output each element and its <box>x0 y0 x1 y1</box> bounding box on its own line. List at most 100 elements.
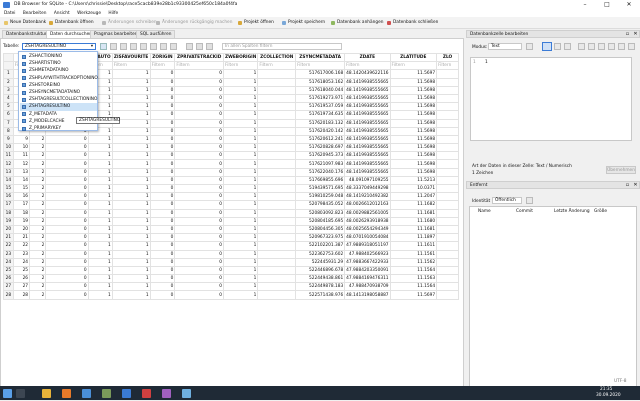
table-cell[interactable]: 0 <box>174 175 225 186</box>
mode-select[interactable]: Text <box>488 43 522 50</box>
table-cell[interactable]: 1 <box>111 216 151 226</box>
table-cell[interactable]: 0 <box>45 151 89 161</box>
table-cell[interactable]: 522449878.183 <box>295 282 346 292</box>
table-cell[interactable]: 1 <box>223 257 259 267</box>
table-cell[interactable]: 48.1419938555665 <box>344 93 391 104</box>
table-cell[interactable]: 11.5698 <box>389 77 438 87</box>
table-cell[interactable]: 2 <box>29 249 47 259</box>
table-cell[interactable]: 0 <box>45 257 89 267</box>
search-icon[interactable] <box>16 389 25 398</box>
table-cell[interactable] <box>436 282 459 292</box>
table-cell[interactable]: 0 <box>149 175 176 186</box>
table-cell[interactable]: 48.0026612012163 <box>344 200 391 210</box>
table-cell[interactable] <box>257 110 297 120</box>
table-cell[interactable]: 1 <box>223 241 259 251</box>
table-cell[interactable]: 11.5698 <box>389 159 438 169</box>
table-cell[interactable] <box>257 241 297 251</box>
table-cell[interactable]: 0 <box>174 274 225 284</box>
table-cell[interactable]: 0 <box>174 192 225 202</box>
table-cell[interactable] <box>257 265 297 276</box>
table-cell[interactable] <box>436 151 459 161</box>
table-cell[interactable]: 1 <box>111 200 151 210</box>
table-row[interactable]: 13 13 2 0 1 1 0 0 1 517622040.176 48.1419938555665… <box>3 167 459 177</box>
table-cell[interactable]: 11.1897 <box>389 233 438 243</box>
table-cell[interactable]: 1 <box>87 249 113 259</box>
table-cell[interactable]: 0 <box>174 126 225 136</box>
table-row[interactable]: 21 21 2 0 1 1 0 0 1 520967323.975 48.0701910054084… <box>3 233 459 243</box>
table-cell[interactable]: 0 <box>149 183 176 194</box>
row-number[interactable]: 4 <box>3 93 14 104</box>
table-cell[interactable]: 0 <box>174 233 225 243</box>
table-cell[interactable]: 0 <box>149 233 176 243</box>
table-cell[interactable]: 1 <box>223 102 259 112</box>
tab-browse[interactable]: Daten durchsuchen <box>46 30 96 38</box>
table-select[interactable]: ZSHTAGRESULTINO ▾ <box>22 43 96 50</box>
table-cell[interactable]: 1 <box>111 69 151 79</box>
table-cell[interactable]: 0 <box>174 167 225 177</box>
identity-select[interactable]: Öffentlich <box>492 197 522 204</box>
dropdown-item[interactable]: ZSHSYNCMETADATAINO <box>20 89 97 96</box>
open-project-button[interactable]: Projekt öffnen <box>237 19 274 27</box>
table-cell[interactable]: 1 <box>111 274 151 284</box>
table-cell[interactable] <box>257 126 297 136</box>
table-cell[interactable]: 1 <box>111 208 151 218</box>
save-project-button[interactable]: Projekt speichern <box>281 19 325 27</box>
word-wrap-icon[interactable] <box>598 43 605 50</box>
dropdown-item[interactable]: ZSHTAGRESULTINO <box>20 103 97 111</box>
table-cell[interactable] <box>436 200 459 210</box>
table-cell[interactable]: 1 <box>223 77 259 87</box>
table-cell[interactable]: 11.1561 <box>389 249 438 259</box>
app-icon-1[interactable] <box>102 389 111 398</box>
table-cell[interactable]: 0 <box>149 290 176 300</box>
table-cell[interactable]: 1 <box>111 126 151 136</box>
export-icon[interactable] <box>554 43 561 50</box>
table-cell[interactable] <box>257 282 297 292</box>
table-cell[interactable]: 0 <box>174 77 225 87</box>
table-cell[interactable]: 0 <box>174 290 225 300</box>
table-cell[interactable] <box>436 167 459 177</box>
dropdown-item[interactable]: ZSHARTISTINO <box>20 60 97 67</box>
table-cell[interactable]: 1 <box>223 134 259 145</box>
table-cell[interactable]: 0 <box>174 118 225 128</box>
table-cell[interactable]: 520803092.823 <box>295 208 346 218</box>
table-cell[interactable]: 0 <box>174 265 225 276</box>
open-database-button[interactable]: Datenbank öffnen <box>48 19 94 27</box>
table-cell[interactable]: 1 <box>223 93 259 104</box>
table-cell[interactable]: 11.5698 <box>389 118 438 128</box>
table-cell[interactable]: 517622040.176 <box>295 167 346 177</box>
table-cell[interactable]: 1 <box>111 192 151 202</box>
table-cell[interactable]: 1 <box>111 257 151 267</box>
table-cell[interactable]: 48.1419938555665 <box>344 151 391 161</box>
table-cell[interactable]: 1 <box>87 200 113 210</box>
auto-switch-icon[interactable] <box>526 43 533 50</box>
table-cell[interactable]: 1 <box>223 224 259 235</box>
clear-filter-icon[interactable] <box>110 43 117 50</box>
table-cell[interactable]: 11.5698 <box>389 102 438 112</box>
table-cell[interactable] <box>257 216 297 226</box>
table-cell[interactable]: 48.0029882561005 <box>344 208 391 218</box>
table-cell[interactable]: 24 <box>12 257 31 267</box>
table-cell[interactable]: 10.0371 <box>389 183 438 194</box>
table-cell[interactable]: 0 <box>149 200 176 210</box>
table-cell[interactable]: 1 <box>223 249 259 259</box>
table-cell[interactable]: 13 <box>12 167 31 177</box>
table-cell[interactable]: 1 <box>223 200 259 210</box>
table-cell[interactable] <box>436 110 459 120</box>
explorer-icon[interactable] <box>42 389 51 398</box>
table-cell[interactable]: 0 <box>45 274 89 284</box>
float-pane-icon[interactable]: ▫ <box>625 32 630 37</box>
table-cell[interactable]: 1 <box>223 282 259 292</box>
row-number[interactable]: 1 <box>3 69 14 79</box>
table-cell[interactable] <box>257 151 297 161</box>
row-number[interactable]: 20 <box>3 224 14 235</box>
table-row[interactable]: 15 15 2 0 1 1 0 0 1 519439571.695 48.3337049449298… <box>3 183 459 194</box>
column-filter-input[interactable]: Filtern <box>223 61 259 71</box>
table-cell[interactable]: 522362753.602 <box>295 249 346 259</box>
table-cell[interactable]: 519439571.695 <box>295 183 346 194</box>
table-cell[interactable]: 1 <box>87 143 113 153</box>
table-cell[interactable]: 1 <box>223 192 259 202</box>
row-number[interactable]: 23 <box>3 249 14 259</box>
dbbrowser-taskbar-icon[interactable] <box>182 389 191 398</box>
table-cell[interactable]: 1 <box>111 249 151 259</box>
table-cell[interactable]: 2 <box>29 265 47 276</box>
